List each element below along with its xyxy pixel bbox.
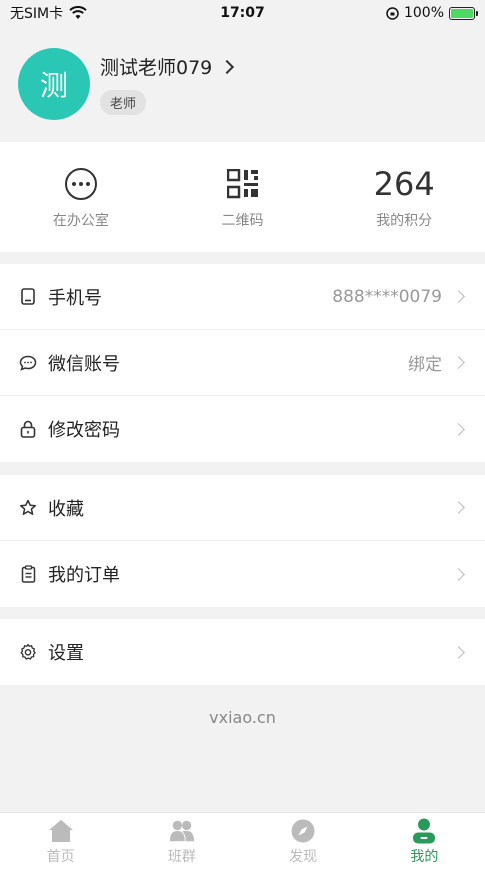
row-settings[interactable]: 设置: [0, 619, 485, 685]
stat-label: 在办公室: [52, 213, 109, 229]
tab-discover[interactable]: 发现: [243, 813, 364, 871]
wifi-icon: [69, 6, 87, 19]
chevron-right-icon: [452, 290, 465, 303]
more-dots-icon: [64, 168, 97, 200]
lock-icon: [18, 419, 38, 439]
stat-qrcode[interactable]: 二维码: [162, 142, 324, 252]
row-label: 微信账号: [48, 353, 120, 375]
row-change-password[interactable]: 修改密码: [0, 396, 485, 462]
compass-icon: [290, 819, 316, 843]
star-icon: [18, 498, 38, 518]
row-label: 手机号: [48, 287, 102, 309]
row-wechat[interactable]: 微信账号 绑定: [0, 330, 485, 396]
battery-percent: 100%: [403, 5, 444, 21]
tab-label: 班群: [167, 848, 196, 865]
stat-label: 二维码: [221, 213, 264, 229]
battery-icon: [449, 6, 478, 20]
tab-bar: 首页 班群 发现 我的: [0, 812, 485, 871]
profile-name[interactable]: 测试老师079: [100, 53, 212, 80]
row-label: 我的订单: [48, 565, 120, 586]
tab-home[interactable]: 首页: [0, 813, 121, 871]
chevron-right-icon: [452, 501, 465, 514]
personal-group: 收藏 我的订单: [0, 475, 485, 607]
clipboard-icon: [18, 564, 38, 584]
tab-label: 我的: [410, 848, 439, 865]
status-bar: 无SIM卡 17:07 100%: [0, 0, 485, 26]
home-icon: [48, 819, 74, 843]
row-label: 设置: [48, 643, 84, 664]
settings-group: 设置: [0, 619, 485, 685]
profile-header[interactable]: 测 测试老师079 老师: [0, 26, 485, 142]
avatar[interactable]: 测: [18, 48, 90, 120]
tab-group[interactable]: 班群: [121, 813, 242, 871]
tab-mine[interactable]: 我的: [364, 813, 485, 871]
row-favorites[interactable]: 收藏: [0, 475, 485, 541]
orientation-lock-icon: [386, 6, 399, 20]
points-value: 264: [373, 165, 435, 203]
chat-bubble-icon: [18, 353, 38, 373]
qrcode-icon: [226, 169, 258, 199]
stat-office-status[interactable]: 在办公室: [0, 142, 162, 252]
chevron-right-icon: [220, 59, 235, 74]
chevron-right-icon: [452, 422, 465, 436]
phone-value: 888****0079: [332, 286, 442, 307]
gear-icon: [18, 642, 38, 662]
tab-label: 发现: [289, 848, 318, 865]
row-orders[interactable]: 我的订单: [0, 541, 485, 607]
footer-domain: vxiao.cn: [209, 708, 276, 727]
stat-label: 我的积分: [376, 213, 433, 229]
row-phone[interactable]: 手机号 888****0079: [0, 264, 485, 330]
phone-icon: [18, 287, 38, 307]
role-badge: 老师: [100, 90, 147, 115]
chevron-right-icon: [452, 356, 465, 369]
carrier-text: 无SIM卡: [10, 6, 64, 22]
wechat-bind-status: 绑定: [408, 355, 442, 375]
row-label: 收藏: [48, 498, 84, 520]
tab-label: 首页: [46, 848, 75, 865]
account-group: 手机号 888****0079 微信账号 绑定 修改密码: [0, 264, 485, 462]
stat-points[interactable]: 264 我的积分: [323, 142, 485, 252]
row-label: 修改密码: [48, 420, 120, 441]
group-icon: [169, 819, 195, 843]
stats-panel: 在办公室 二维码 264 我的积分: [0, 142, 485, 252]
person-icon: [411, 818, 437, 843]
chevron-right-icon: [452, 645, 465, 659]
chevron-right-icon: [452, 567, 465, 581]
